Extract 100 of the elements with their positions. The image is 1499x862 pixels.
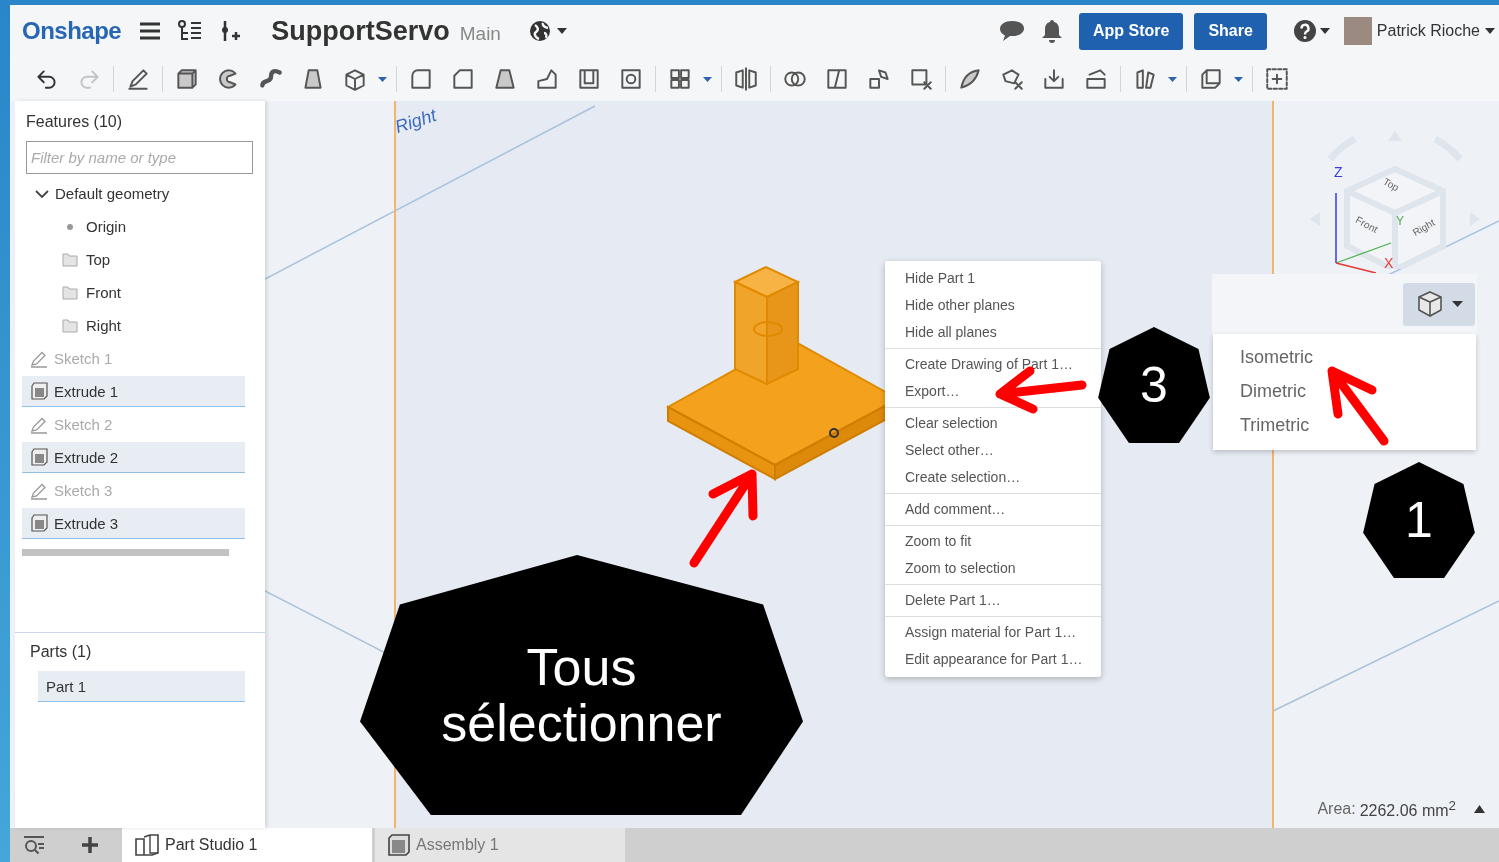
menu-item[interactable]: Hide Part 1 — [885, 265, 1101, 292]
cube-face-label[interactable]: Right — [1410, 216, 1437, 239]
split-box-icon[interactable] — [824, 66, 850, 92]
caret-icon[interactable] — [1168, 76, 1177, 82]
panel-title: Parts (1) — [29, 643, 93, 661]
mirrored-shapes-icon[interactable] — [733, 66, 759, 92]
feature-item[interactable]: Extrude 1 — [22, 376, 245, 407]
filter-list-icon[interactable] — [22, 835, 46, 855]
grid-icon[interactable] — [667, 66, 693, 92]
menu-item[interactable]: Isometric — [1213, 340, 1476, 374]
feature-item[interactable]: Top — [22, 243, 245, 276]
cube-icon[interactable] — [342, 66, 368, 92]
comment-icon[interactable] — [998, 20, 1025, 42]
pencil-icon[interactable] — [125, 66, 151, 92]
feature-item[interactable]: Origin — [22, 210, 245, 243]
menu-item[interactable]: Zoom to selection — [885, 555, 1101, 582]
globe-icon[interactable] — [528, 20, 551, 42]
caret-icon[interactable] — [378, 76, 387, 82]
menu-item[interactable]: Add comment… — [885, 496, 1101, 523]
axis-label: Y — [1396, 214, 1404, 228]
plane-icon — [62, 284, 78, 301]
box-icon[interactable] — [174, 66, 200, 92]
bell-icon[interactable] — [1040, 19, 1063, 43]
user-name[interactable]: Patrick Rioche — [1376, 22, 1480, 40]
caret-icon[interactable] — [1485, 28, 1495, 34]
feature-label: Sketch 3 — [54, 482, 113, 499]
caret-icon[interactable] — [1234, 76, 1243, 82]
menu-item[interactable]: Create selection… — [885, 464, 1101, 491]
chevron-icon[interactable] — [35, 188, 49, 199]
box-outline-icon[interactable] — [1198, 66, 1224, 92]
view-button[interactable] — [1403, 282, 1475, 326]
menu-item[interactable]: Delete Part 1… — [885, 587, 1101, 614]
feature-label: Top — [86, 251, 111, 268]
beveled-box-icon[interactable] — [450, 66, 476, 92]
help-icon[interactable] — [1293, 20, 1316, 42]
leaf-icon[interactable] — [957, 66, 983, 92]
wedge-icon[interactable] — [492, 66, 518, 92]
avatar-placeholder[interactable] — [1343, 17, 1372, 45]
feature-label: Extrude 1 — [54, 382, 119, 400]
shape-with-x-icon[interactable] — [999, 66, 1025, 92]
document-tab[interactable]: Part Studio 1 — [122, 828, 372, 862]
area-value: 2262.06 mm$^{2}$ — [1359, 797, 1456, 820]
add-view-icon[interactable] — [1264, 66, 1290, 92]
part-item[interactable]: Part 1 — [38, 671, 245, 702]
menu-item[interactable]: Zoom to fit — [885, 528, 1101, 555]
feature-item[interactable]: Extrude 3 — [22, 508, 245, 539]
caret-icon[interactable] — [1319, 28, 1330, 34]
moving-cube-icon[interactable] — [866, 66, 892, 92]
part-studio-icon — [134, 833, 160, 857]
caret-icon[interactable] — [703, 76, 712, 82]
axis-label: X — [1384, 255, 1394, 271]
feature-label: Extrude 2 — [54, 448, 119, 466]
tree-list-icon[interactable] — [177, 19, 204, 43]
feature-item[interactable]: Front — [22, 276, 245, 309]
cube-icon[interactable] — [1415, 290, 1444, 318]
caret-up-icon[interactable] — [1474, 804, 1485, 813]
menu-item[interactable]: Dimetric — [1213, 374, 1476, 408]
menu-item[interactable]: Hide other planes — [885, 292, 1101, 319]
menu-item[interactable]: Edit appearance for Part 1… — [885, 646, 1101, 673]
pencil-icon — [30, 481, 48, 500]
menu-item[interactable]: Trimetric — [1213, 408, 1476, 442]
bracket-icon[interactable] — [534, 66, 560, 92]
box-with-x-icon[interactable] — [908, 66, 934, 92]
header-button[interactable]: App Store — [1078, 12, 1184, 50]
hollow-box-icon[interactable] — [576, 66, 602, 92]
feature-label: Right — [86, 317, 122, 334]
box-icon — [30, 448, 48, 466]
plane-icon — [62, 251, 78, 268]
stacked-tray-icon[interactable] — [1083, 66, 1109, 92]
menu-icon[interactable] — [139, 21, 162, 41]
feature-label: Origin — [86, 218, 126, 235]
area-label: Area: — [1317, 799, 1356, 818]
feature-label: Sketch 2 — [54, 416, 113, 433]
app-logo[interactable]: Onshape — [22, 17, 122, 45]
feature-item[interactable]: Extrude 2 — [22, 442, 245, 473]
plane-label: Right — [392, 105, 439, 138]
caret-icon[interactable] — [556, 28, 567, 34]
panel-title: Features (10) — [25, 113, 124, 131]
feature-item[interactable]: Right — [22, 309, 245, 342]
menu-item[interactable]: Assign material for Part 1… — [885, 619, 1101, 646]
feature-item[interactable]: Default geometry — [22, 177, 245, 210]
feature-label: Front — [86, 284, 121, 301]
header-button[interactable]: Share — [1194, 12, 1267, 50]
pencil-icon — [30, 415, 48, 434]
cube-face-label[interactable]: Top — [1381, 175, 1401, 194]
filter-field[interactable]: Filter by name or type — [26, 141, 253, 174]
box-icon — [30, 514, 48, 532]
axis-label: Z — [1334, 164, 1343, 180]
caret-icon[interactable] — [1451, 301, 1463, 307]
insert-icon[interactable] — [219, 19, 242, 43]
cube-face-label[interactable]: Front — [1353, 214, 1380, 235]
document-tab[interactable]: Assembly 1 — [375, 828, 625, 862]
scrollbar[interactable] — [22, 549, 229, 556]
feature-label: Sketch 1 — [54, 350, 113, 367]
box-icon — [387, 833, 411, 857]
document-title: SupportServo — [271, 15, 450, 47]
rounded-box-icon[interactable] — [408, 66, 434, 92]
feature-label: Extrude 3 — [54, 514, 119, 532]
box-icon — [30, 382, 48, 400]
add-icon[interactable] — [80, 835, 100, 855]
